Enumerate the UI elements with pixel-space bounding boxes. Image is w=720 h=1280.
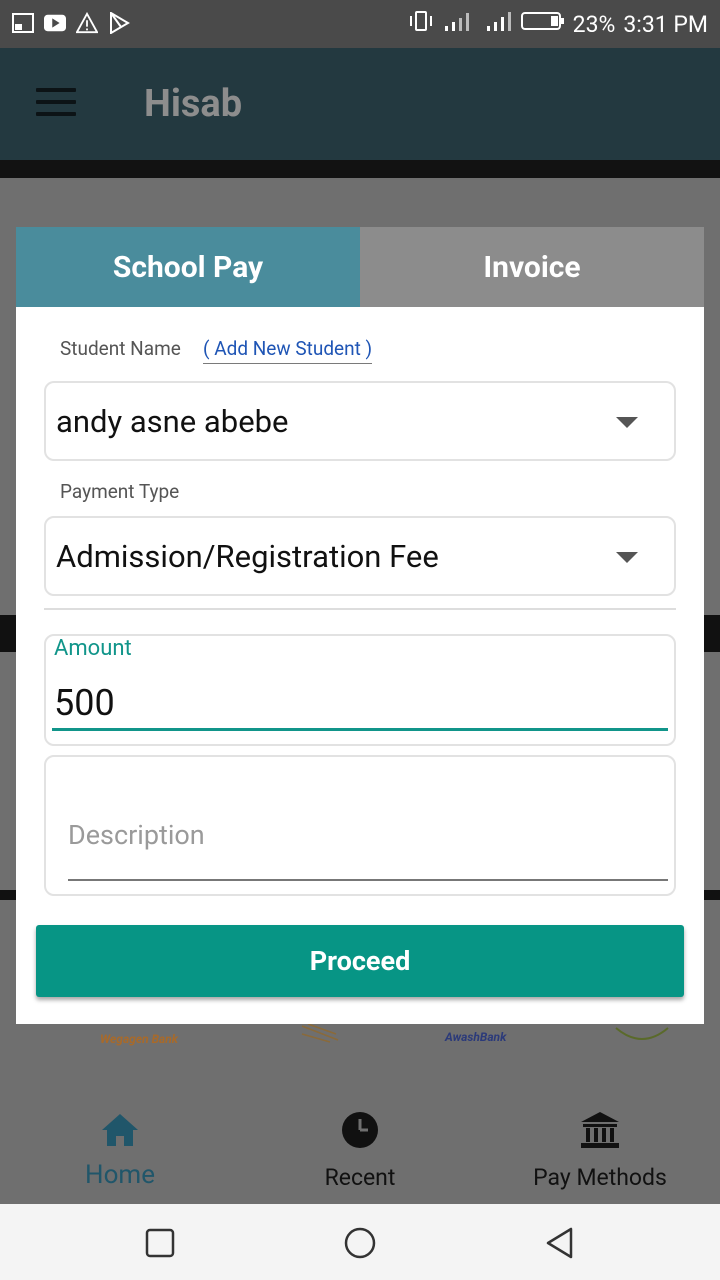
- nav-recent-label: Recent: [324, 1164, 396, 1191]
- bank-logo-emblem[interactable]: [612, 1024, 672, 1046]
- chevron-down-icon: [616, 552, 638, 563]
- battery-icon: [520, 10, 565, 38]
- bottom-navigation: Home Recent Pay Methods: [0, 1096, 720, 1204]
- proceed-button[interactable]: Proceed: [36, 925, 684, 997]
- nav-pay-methods-label: Pay Methods: [533, 1164, 667, 1191]
- app-bar: [0, 48, 720, 160]
- home-icon: [0, 1108, 240, 1152]
- status-bar: 23% 3:31 PM: [0, 0, 720, 48]
- home-circle-icon[interactable]: [343, 1226, 377, 1260]
- signal-icon-2: [485, 10, 513, 38]
- youtube-icon: [44, 12, 66, 34]
- add-new-student-link[interactable]: ( Add New Student ): [203, 337, 373, 364]
- system-indicators: 23% 3:31 PM: [407, 10, 708, 38]
- description-placeholder: Description: [68, 819, 205, 851]
- app-title: Hisab: [144, 82, 243, 126]
- nav-pay-methods[interactable]: Pay Methods: [480, 1108, 720, 1191]
- bank-logo-awash[interactable]: AwashBank: [445, 1030, 506, 1044]
- app-bar-divider: [0, 160, 720, 178]
- bank-logo-wegagen[interactable]: Wegagen Bank: [100, 1032, 178, 1046]
- student-name-label: Student Name: [60, 337, 181, 360]
- cast-icon: [12, 12, 34, 34]
- recents-square-icon[interactable]: [143, 1226, 177, 1260]
- tab-school-pay[interactable]: School Pay: [16, 227, 360, 307]
- amount-floating-label: Amount: [54, 636, 132, 661]
- chevron-down-icon: [616, 417, 638, 428]
- back-triangle-icon[interactable]: [543, 1226, 577, 1260]
- nav-home-label: Home: [85, 1160, 155, 1190]
- bank-logo-mark[interactable]: [300, 1022, 340, 1044]
- amount-underline: [52, 728, 668, 731]
- nav-home[interactable]: Home: [0, 1108, 240, 1190]
- student-dropdown[interactable]: andy asne abebe: [44, 381, 676, 461]
- dialog-tabs: School Pay Invoice: [16, 227, 704, 307]
- nav-recent[interactable]: Recent: [240, 1108, 480, 1191]
- hamburger-menu-icon[interactable]: [36, 88, 76, 118]
- student-dropdown-value: andy asne abebe: [56, 403, 289, 440]
- description-field[interactable]: Description: [44, 755, 676, 896]
- signal-icon: [443, 10, 477, 38]
- system-navigation-bar: [0, 1204, 720, 1280]
- notification-icons: [12, 12, 130, 34]
- description-underline: [68, 879, 668, 881]
- battery-percent: 23%: [572, 10, 616, 38]
- play-store-icon: [108, 12, 130, 34]
- clock-time: 3:31 PM: [623, 10, 708, 38]
- amount-input-value[interactable]: 500: [54, 682, 115, 724]
- warning-icon: [76, 12, 98, 34]
- payment-type-dropdown-value: Admission/Registration Fee: [56, 538, 439, 575]
- amount-field[interactable]: Amount 500: [44, 634, 676, 746]
- form-divider: [44, 608, 676, 610]
- tab-invoice[interactable]: Invoice: [360, 227, 704, 307]
- vibrate-icon: [407, 10, 435, 38]
- payment-type-label: Payment Type: [60, 480, 180, 503]
- payment-type-dropdown[interactable]: Admission/Registration Fee: [44, 516, 676, 596]
- bank-icon: [480, 1108, 720, 1152]
- school-pay-dialog: School Pay Invoice Student Name ( Add Ne…: [16, 227, 704, 1024]
- clock-icon: [240, 1108, 480, 1152]
